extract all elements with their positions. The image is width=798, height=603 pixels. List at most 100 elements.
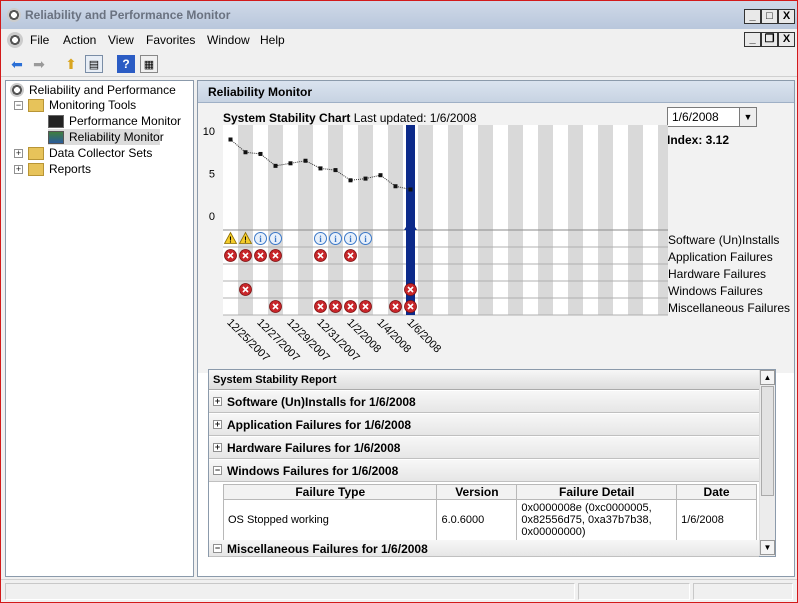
stability-chart-area: System Stability Chart Last updated: 1/6… xyxy=(198,103,794,373)
y-tick-label: 0 xyxy=(209,211,215,223)
navigation-tree: Reliability and Performance − Monitoring… xyxy=(5,80,194,577)
child-close-button[interactable]: X xyxy=(778,32,795,47)
stability-index: Index: 3.12 xyxy=(667,133,730,147)
menu-window[interactable]: Window xyxy=(207,33,250,47)
expand-toggle[interactable]: + xyxy=(213,420,222,429)
performance-chart-icon xyxy=(48,115,64,128)
section-software-installs[interactable]: + Software (Un)Installs for 1/6/2008 xyxy=(209,391,759,413)
stability-chart[interactable]: 1050!! i i i i i i12/25/200712/27/200712/29/20… xyxy=(198,125,668,371)
cell-failure-detail: 0x0000008e (0xc0000005, 0x82556d75, 0xa3… xyxy=(516,499,678,541)
section-misc-failures[interactable]: − Miscellaneous Failures for 1/6/2008 xyxy=(209,540,759,557)
help-icon[interactable]: ? xyxy=(117,55,135,73)
report-scrollbar[interactable]: ▲ ▼ xyxy=(759,370,775,556)
section-label: Software (Un)Installs for 1/6/2008 xyxy=(227,395,416,409)
warning-icon-glyph: ! xyxy=(229,236,232,245)
scroll-up-icon[interactable]: ▲ xyxy=(760,370,775,385)
collapse-toggle[interactable]: − xyxy=(213,544,222,553)
windows-failures-table: Failure Type Version Failure Detail Date… xyxy=(222,484,757,541)
menu-view[interactable]: View xyxy=(108,33,134,47)
minimize-button[interactable]: _ xyxy=(744,9,761,24)
stability-data-point xyxy=(258,151,263,156)
row-label-misc-failures: Miscellaneous Failures xyxy=(668,301,791,315)
stability-data-point xyxy=(303,158,308,163)
up-folder-icon[interactable]: ⬆ xyxy=(62,55,80,73)
chart-column-band xyxy=(388,125,403,315)
status-pane-main xyxy=(5,583,575,600)
expand-toggle[interactable]: + xyxy=(213,443,222,452)
column-header-version[interactable]: Version xyxy=(436,484,518,500)
status-bar xyxy=(1,579,797,602)
folder-icon xyxy=(28,147,44,160)
chart-column-band xyxy=(298,125,313,315)
properties-icon[interactable]: ▦ xyxy=(140,55,158,73)
menu-favorites[interactable]: Favorites xyxy=(146,33,195,47)
menu-action[interactable]: Action xyxy=(63,33,96,47)
gauge-icon xyxy=(10,83,24,97)
column-header-date[interactable]: Date xyxy=(676,484,757,500)
chart-column-band xyxy=(628,125,643,315)
system-menu-icon[interactable] xyxy=(7,32,23,48)
expand-toggle[interactable]: + xyxy=(213,397,222,406)
chart-column-band xyxy=(568,125,583,315)
section-windows-failures[interactable]: − Windows Failures for 1/6/2008 xyxy=(209,460,759,482)
section-application-failures[interactable]: + Application Failures for 1/6/2008 xyxy=(209,414,759,436)
maximize-button[interactable]: □ xyxy=(761,9,778,24)
tree-label: Data Collector Sets xyxy=(49,146,153,160)
child-restore-button[interactable]: ❐ xyxy=(761,32,778,47)
section-label: Miscellaneous Failures for 1/6/2008 xyxy=(227,542,428,556)
stability-data-point xyxy=(378,173,383,178)
tree-collapse-toggle[interactable]: − xyxy=(14,101,23,110)
section-hardware-failures[interactable]: + Hardware Failures for 1/6/2008 xyxy=(209,437,759,459)
chart-column-band xyxy=(358,125,373,315)
tree-label: Performance Monitor xyxy=(69,114,182,128)
section-label: Application Failures for 1/6/2008 xyxy=(227,418,412,432)
collapse-toggle[interactable]: − xyxy=(213,466,222,475)
stability-data-point xyxy=(408,187,413,192)
reliability-chart-icon xyxy=(48,131,64,144)
stability-report: System Stability Report + Software (Un)I… xyxy=(208,369,776,557)
toolbar: ⬅ ➡ ⬆ ▤ ? ▦ xyxy=(1,51,797,77)
app-window: Reliability and Performance Monitor _ □ … xyxy=(0,0,798,603)
close-button[interactable]: X xyxy=(778,9,795,24)
back-arrow-icon[interactable]: ⬅ xyxy=(8,55,26,73)
table-header-row: Failure Type Version Failure Detail Date xyxy=(222,484,757,500)
stability-data-point xyxy=(363,176,368,181)
tree-expand-toggle[interactable]: + xyxy=(14,149,23,158)
status-pane-2 xyxy=(578,583,690,600)
section-label: Windows Failures for 1/6/2008 xyxy=(227,464,399,478)
menu-help[interactable]: Help xyxy=(260,33,285,47)
table-row[interactable]: OS Stopped working 6.0.6000 0x0000008e (… xyxy=(222,499,757,541)
tree-item-reliability-monitor[interactable]: Reliability Monitor xyxy=(48,129,164,145)
cell-failure-type: OS Stopped working xyxy=(222,499,438,541)
date-dropdown-value: 1/6/2008 xyxy=(672,110,719,124)
stability-data-point xyxy=(393,184,398,189)
title-bar[interactable]: Reliability and Performance Monitor _ □ … xyxy=(1,1,797,29)
row-label-windows-failures: Windows Failures xyxy=(668,284,763,298)
forward-arrow-icon[interactable]: ➡ xyxy=(30,55,48,73)
chevron-down-icon[interactable]: ▼ xyxy=(739,108,756,126)
row-label-application-failures: Application Failures xyxy=(668,250,773,264)
report-header: System Stability Report xyxy=(209,370,775,390)
menu-file[interactable]: File xyxy=(30,33,49,47)
chart-column-band xyxy=(598,125,613,315)
warning-icon-glyph: ! xyxy=(244,236,247,245)
column-header-failure-detail[interactable]: Failure Detail xyxy=(516,484,678,500)
folder-icon xyxy=(28,163,44,176)
child-minimize-button[interactable]: _ xyxy=(744,32,761,47)
main-panel: Reliability Monitor System Stability Cha… xyxy=(197,80,795,577)
menu-bar: File Action View Favorites Window Help _… xyxy=(1,29,797,51)
chart-title-line: System Stability Chart Last updated: 1/6… xyxy=(223,111,477,125)
chart-column-band xyxy=(658,125,668,315)
tree-label: Reliability and Performance xyxy=(29,83,176,97)
section-label: Hardware Failures for 1/6/2008 xyxy=(227,441,401,455)
column-header-failure-type[interactable]: Failure Type xyxy=(222,484,438,500)
tree-expand-toggle[interactable]: + xyxy=(14,165,23,174)
status-pane-3 xyxy=(693,583,793,600)
chart-column-band xyxy=(418,125,433,315)
folder-icon xyxy=(28,99,44,112)
date-dropdown[interactable]: 1/6/2008 ▼ xyxy=(667,107,757,127)
scroll-down-icon[interactable]: ▼ xyxy=(760,540,775,555)
show-hide-tree-icon[interactable]: ▤ xyxy=(85,55,103,73)
scroll-thumb[interactable] xyxy=(761,386,774,496)
stability-data-point xyxy=(273,163,278,168)
